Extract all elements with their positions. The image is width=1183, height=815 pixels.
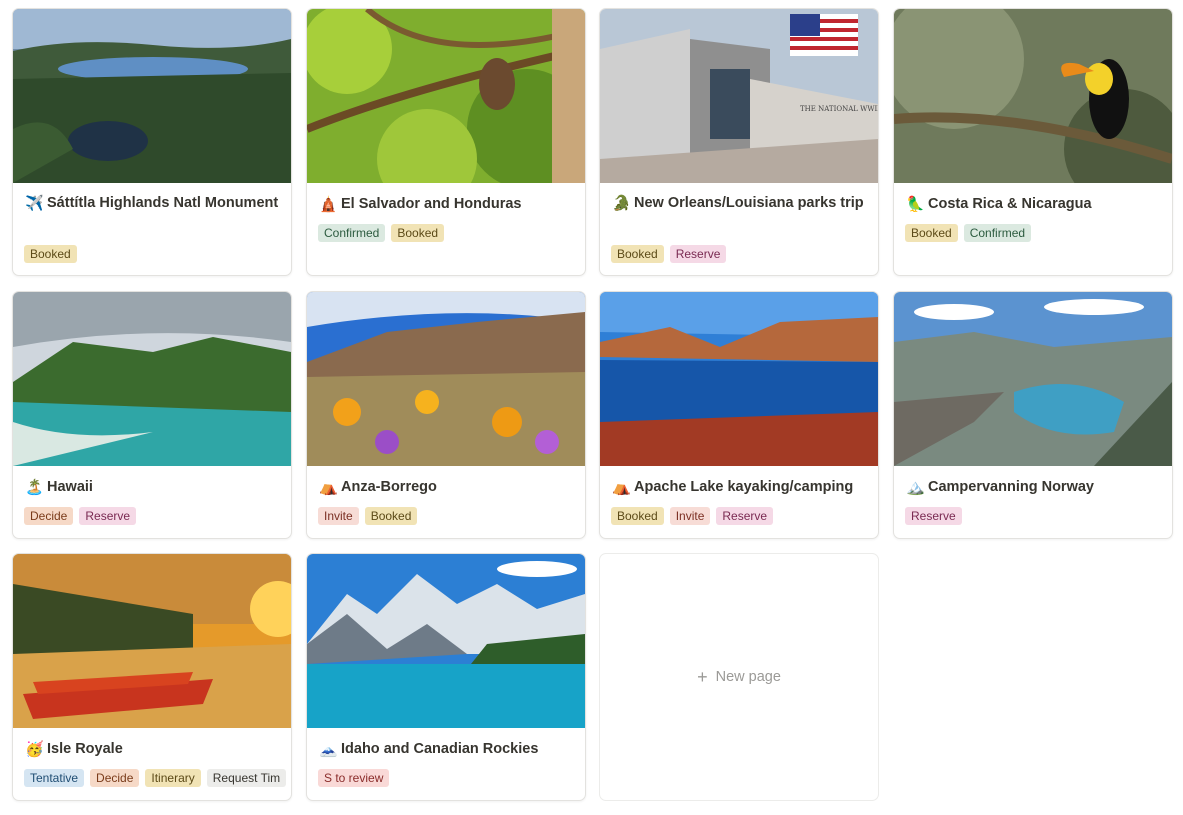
tag-invite: Invite	[669, 507, 711, 525]
card-title: 🛕 El Salvador and Honduras	[319, 193, 575, 216]
new-page-button[interactable]: + New page	[599, 553, 879, 801]
card-tags: Booked Confirmed	[905, 224, 1032, 242]
tag-confirmed: Confirmed	[318, 224, 386, 242]
gallery-card[interactable]: 🏝️ Hawaii Decide Reserve	[12, 291, 292, 539]
card-tags: Confirmed Booked	[318, 224, 445, 242]
card-title: 🏝️ Hawaii	[25, 476, 281, 499]
tag-reserve: Reserve	[669, 245, 727, 263]
card-title: 🐊 New Orleans/Louisiana parks trip	[612, 192, 868, 215]
gallery-card[interactable]: 🥳 Isle Royale Tentative Decide Itinerary…	[12, 553, 292, 801]
gallery-card[interactable]: 🏔️ Campervanning Norway Reserve	[893, 291, 1173, 539]
card-tags: S to review	[318, 769, 390, 787]
mountain-icon: 🏔️	[906, 479, 925, 496]
card-cover-image	[13, 9, 291, 183]
card-tags: Tentative Decide Itinerary Request Tim	[24, 769, 287, 787]
card-cover-image	[600, 292, 878, 466]
card-tags: Invite Booked	[318, 507, 418, 525]
tag-decide: Decide	[90, 769, 140, 787]
card-title: ⛺ Anza-Borrego	[319, 476, 575, 499]
card-cover-image	[13, 292, 291, 466]
card-cover-image	[13, 554, 291, 728]
tag-booked: Booked	[24, 245, 77, 263]
airplane-icon: ✈️	[25, 195, 44, 212]
gallery-card[interactable]: 🦜 Costa Rica & Nicaragua Booked Confirme…	[893, 8, 1173, 276]
new-page-label: New page	[715, 669, 781, 685]
tag-booked: Booked	[905, 224, 958, 242]
card-cover-image	[894, 292, 1172, 466]
tag-booked: Booked	[364, 507, 418, 525]
card-tags: Booked Invite Reserve	[611, 507, 774, 525]
gallery-card[interactable]: ✈️ Sáttítla Highlands Natl Monument Book…	[12, 8, 292, 276]
card-title: 🗻 Idaho and Canadian Rockies	[319, 738, 575, 761]
tag-invite: Invite	[318, 507, 359, 525]
tag-confirmed: Confirmed	[963, 224, 1032, 242]
island-icon: 🏝️	[25, 479, 44, 496]
gallery-card[interactable]: 🛕 El Salvador and Honduras Confirmed Boo…	[306, 8, 586, 276]
card-cover-image: THE NATIONAL WWII	[600, 9, 878, 183]
party-face-icon: 🥳	[25, 741, 44, 758]
gallery-card[interactable]: ⛺ Anza-Borrego Invite Booked	[306, 291, 586, 539]
gallery-card[interactable]: THE NATIONAL WWII 🐊 New Orleans/Louisian…	[599, 8, 879, 276]
card-cover-image	[307, 9, 585, 183]
tag-reserve: Reserve	[79, 507, 137, 525]
card-title: 🥳 Isle Royale	[25, 738, 281, 761]
mount-fuji-icon: 🗻	[319, 741, 338, 758]
card-tags: Reserve	[905, 507, 962, 525]
tag-to-review: S to review	[318, 769, 390, 787]
museum-sign-text: THE NATIONAL WWII	[800, 105, 878, 113]
plus-icon: +	[697, 667, 708, 687]
card-title: 🦜 Costa Rica & Nicaragua	[906, 193, 1162, 216]
temple-icon: 🛕	[319, 196, 338, 213]
tent-icon: ⛺	[612, 479, 631, 496]
parrot-icon: 🦜	[906, 196, 925, 213]
tag-booked: Booked	[391, 224, 445, 242]
tag-decide: Decide	[24, 507, 74, 525]
gallery-card[interactable]: ⛺ Apache Lake kayaking/camping Booked In…	[599, 291, 879, 539]
card-title: 🏔️ Campervanning Norway	[906, 476, 1162, 499]
card-title: ✈️ Sáttítla Highlands Natl Monument	[25, 192, 281, 215]
card-tags: Booked	[24, 245, 77, 263]
card-tags: Decide Reserve	[24, 507, 137, 525]
card-tags: Booked Reserve	[611, 245, 727, 263]
card-cover-image	[307, 554, 585, 728]
tag-booked: Booked	[611, 245, 664, 263]
card-cover-image	[894, 9, 1172, 183]
tag-reserve: Reserve	[716, 507, 774, 525]
gallery-card[interactable]: 🗻 Idaho and Canadian Rockies S to review	[306, 553, 586, 801]
tag-request-time: Request Tim	[206, 769, 287, 787]
tag-reserve: Reserve	[905, 507, 962, 525]
tag-itinerary: Itinerary	[145, 769, 201, 787]
card-title: ⛺ Apache Lake kayaking/camping	[612, 476, 868, 499]
tag-tentative: Tentative	[24, 769, 85, 787]
crocodile-icon: 🐊	[612, 195, 631, 212]
tent-icon: ⛺	[319, 479, 338, 496]
card-cover-image	[307, 292, 585, 466]
tag-booked: Booked	[611, 507, 664, 525]
